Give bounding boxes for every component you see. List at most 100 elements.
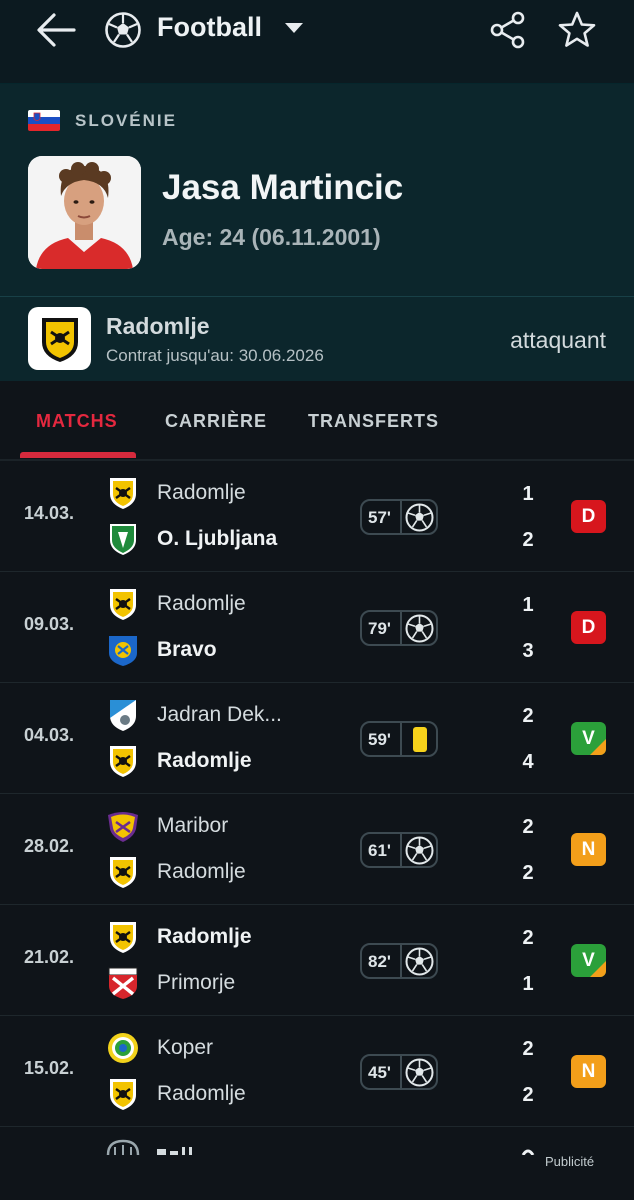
minutes-played-pill: 57': [360, 499, 438, 535]
away-score: 3: [522, 640, 534, 662]
away-team-logo: [106, 633, 140, 667]
minutes-played-pill: 82': [360, 943, 438, 979]
yellow-card-icon: [404, 724, 435, 755]
home-score: 2: [522, 816, 534, 838]
match-row[interactable]: 15.02. Koper Radomlje 45' 2 2 N: [0, 1016, 634, 1127]
away-team-logo: [106, 1077, 140, 1111]
away-team-logo: [106, 855, 140, 889]
country-label[interactable]: SLOVÉNIE: [75, 111, 177, 131]
chevron-down-icon[interactable]: [283, 21, 305, 35]
result-letter: V: [582, 949, 595, 971]
slovenia-flag-icon: [28, 110, 60, 131]
tab-matchs[interactable]: MATCHS: [36, 411, 118, 432]
match-date: 28.02.: [24, 836, 75, 856]
home-team-logo: [106, 920, 140, 954]
player-photo: [28, 156, 141, 269]
away-team-logo: [106, 522, 140, 556]
pill-divider: [400, 721, 402, 757]
goal-ball-icon: [404, 946, 435, 977]
result-badge: V: [571, 722, 606, 755]
player-age: Age: 24 (06.11.2001): [162, 224, 381, 250]
result-badge: D: [571, 611, 606, 644]
sport-title[interactable]: Football: [157, 12, 262, 43]
top-bar: Football: [0, 0, 634, 84]
result-badge: D: [571, 500, 606, 533]
home-team-name: Radomlje: [157, 925, 252, 948]
home-team-logo: [106, 476, 140, 510]
home-team-name: Koper: [157, 1036, 214, 1059]
home-team-name: Jadran Dek...: [157, 703, 282, 726]
goal-ball-icon: [404, 502, 435, 533]
match-row[interactable]: 21.02. Radomlje Primorje 82' 2 1 V: [0, 905, 634, 1016]
minutes-played: 45': [368, 1063, 391, 1082]
away-score: 4: [522, 751, 534, 773]
result-letter: N: [581, 1060, 596, 1082]
player-name: Jasa Martincic: [162, 168, 404, 207]
partial-team-name-fragment: [157, 1147, 192, 1155]
share-icon[interactable]: [488, 10, 528, 50]
match-date: 14.03.: [24, 503, 75, 523]
home-score: 2: [522, 705, 534, 727]
match-row[interactable]: 14.03. Radomlje O. Ljubljana 57' 1 2 D: [0, 461, 634, 572]
ad-label: Publicité: [545, 1154, 595, 1169]
result-letter: D: [581, 505, 596, 527]
match-row[interactable]: 04.03. Jadran Dek... Radomlje 59' 2 4 V: [0, 683, 634, 794]
away-score: 2: [522, 529, 534, 551]
minutes-played-pill: 45': [360, 1054, 438, 1090]
home-team-logo: [106, 809, 140, 843]
back-arrow-icon[interactable]: [34, 10, 78, 50]
match-row[interactable]: 28.02. Maribor Radomlje 61' 2 2 N: [0, 794, 634, 905]
star-icon[interactable]: [557, 10, 597, 50]
away-team-name: Bravo: [157, 638, 217, 661]
home-team-logo: [106, 1031, 140, 1065]
match-row[interactable]: 09.03. Radomlje Bravo 79' 1 3 D: [0, 572, 634, 683]
away-team-name: O. Ljubljana: [157, 527, 278, 550]
minutes-played: 57': [368, 508, 391, 527]
active-tab-indicator: [20, 452, 136, 458]
match-date: 09.03.: [24, 614, 75, 634]
pill-divider: [400, 610, 402, 646]
home-team-logo: [106, 587, 140, 621]
result-letter: V: [582, 727, 595, 749]
result-letter: N: [581, 838, 596, 860]
away-team-name: Radomlje: [157, 749, 252, 772]
tab-carriere[interactable]: CARRIÈRE: [165, 411, 267, 432]
minutes-played: 61': [368, 841, 391, 860]
home-team-name: Radomlje: [157, 592, 246, 615]
away-team-name: Radomlje: [157, 860, 246, 883]
minutes-played-pill: 61': [360, 832, 438, 868]
pill-divider: [400, 1054, 402, 1090]
pill-divider: [400, 832, 402, 868]
minutes-played: 79': [368, 619, 391, 638]
away-score: 2: [522, 1084, 534, 1106]
home-score: 2: [522, 927, 534, 949]
away-team-logo: [106, 744, 140, 778]
away-score: 1: [522, 973, 534, 995]
home-team-logo: [106, 698, 140, 732]
result-badge: N: [571, 833, 606, 866]
home-score: 1: [522, 594, 534, 616]
club-name[interactable]: Radomlje: [106, 313, 210, 340]
result-badge: V: [571, 944, 606, 977]
minutes-played-pill: 79': [360, 610, 438, 646]
minutes-played: 82': [368, 952, 391, 971]
club-logo[interactable]: [28, 307, 91, 370]
tab-transferts[interactable]: TRANSFERTS: [308, 411, 439, 432]
home-score: 1: [522, 483, 534, 505]
result-badge: N: [571, 1055, 606, 1088]
pill-divider: [400, 499, 402, 535]
minutes-played: 59': [368, 730, 391, 749]
pill-divider: [400, 943, 402, 979]
team-logo-partial: [106, 1139, 140, 1155]
goal-ball-icon: [404, 613, 435, 644]
away-team-logo: [106, 966, 140, 1000]
minutes-played-pill: 59': [360, 721, 438, 757]
player-position: attaquant: [510, 327, 606, 353]
tab-bar: MATCHS CARRIÈRE TRANSFERTS: [0, 381, 634, 459]
match-date: 15.02.: [24, 1058, 75, 1078]
result-letter: D: [581, 616, 596, 638]
partial-score-fragment: [521, 1149, 535, 1155]
goal-ball-icon: [404, 835, 435, 866]
match-date: 21.02.: [24, 947, 75, 967]
header-divider: [0, 296, 634, 297]
